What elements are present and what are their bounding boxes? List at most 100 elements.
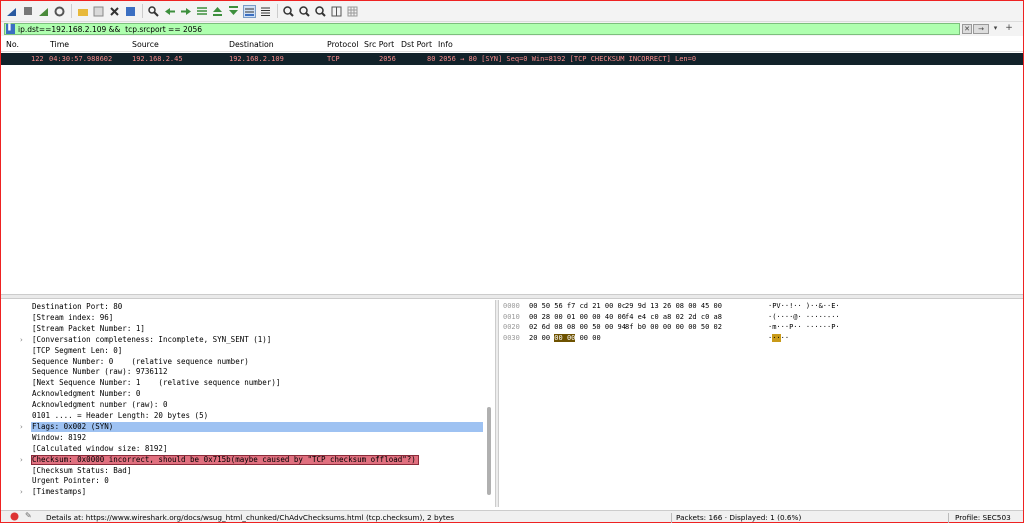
shark-fin-start-icon[interactable]: [5, 5, 18, 18]
detail-line-text: Urgent Pointer: 0: [32, 476, 109, 486]
detail-line[interactable]: Destination Port: 80: [1, 302, 485, 313]
detail-line-text: Flags: 0x002 (SYN): [32, 421, 114, 431]
detail-line[interactable]: [TCP Segment Len: 0]: [1, 346, 485, 357]
apply-filter-icon[interactable]: →: [973, 24, 989, 34]
detail-line-text: Destination Port: 80: [32, 302, 123, 311]
detail-line-text: Sequence Number (raw): 9736112: [32, 367, 168, 377]
expand-chevron-icon[interactable]: ›: [20, 335, 23, 346]
go-back-icon[interactable]: [163, 5, 176, 18]
restart-icon[interactable]: [37, 5, 50, 18]
detail-line[interactable]: Sequence Number: 0 (relative sequence nu…: [1, 357, 485, 368]
hex-ascii[interactable]: ·PV··!·· )··&··E·: [768, 302, 840, 310]
column-header-no[interactable]: No.: [6, 40, 19, 49]
column-header-destination[interactable]: Destination: [229, 40, 274, 49]
column-header-src-port[interactable]: Src Port: [364, 40, 394, 49]
filter-history-dropdown-icon[interactable]: ▾: [991, 24, 1000, 34]
expand-chevron-icon[interactable]: ›: [20, 487, 23, 498]
save-file-icon[interactable]: [92, 5, 105, 18]
hex-ascii[interactable]: ·m···P·· ······P·: [768, 323, 840, 331]
open-folder-icon[interactable]: [76, 5, 89, 18]
stop-square-icon[interactable]: [21, 5, 34, 18]
detail-line[interactable]: › [Timestamps]: [1, 487, 485, 498]
packet-no: 122: [31, 55, 44, 63]
expand-chevron-icon[interactable]: ›: [20, 455, 23, 466]
resize-columns-icon[interactable]: [330, 5, 343, 18]
pane-splitter-horizontal[interactable]: [1, 294, 1023, 299]
detail-line[interactable]: Sequence Number (raw): 9736112: [1, 367, 485, 378]
hex-bytes[interactable]: f4 e4 c0 a8 02 2d c0 a8: [625, 313, 722, 321]
detail-line[interactable]: Urgent Pointer: 0: [1, 476, 485, 487]
detail-line[interactable]: 0101 .... = Header Length: 20 bytes (5): [1, 411, 485, 422]
detail-line[interactable]: [Stream Packet Number: 1]: [1, 324, 485, 335]
status-packets: Packets: 166 · Displayed: 1 (0.6%): [676, 513, 802, 522]
find-icon[interactable]: [147, 5, 160, 18]
zoom-normal-icon[interactable]: [314, 5, 327, 18]
reload-icon[interactable]: [124, 5, 137, 18]
detail-line-text: [Timestamps]: [32, 487, 87, 497]
detail-line-text: [Checksum Status: Bad]: [32, 465, 132, 475]
hex-bytes[interactable]: 00 50 56 f7 cd 21 00 0c: [529, 302, 626, 310]
expert-info-icon[interactable]: [10, 512, 19, 523]
column-header-dst-port[interactable]: Dst Port: [401, 40, 432, 49]
hex-bytes-row[interactable]: 20 00 00 00 00 00: [529, 333, 601, 342]
expand-chevron-icon[interactable]: ›: [20, 422, 23, 433]
autoscroll-icon[interactable]: [243, 4, 256, 18]
details-scrollbar[interactable]: [487, 407, 491, 495]
detail-line[interactable]: [Next Sequence Number: 1 (relative seque…: [1, 378, 485, 389]
toolbar-separator: [71, 4, 72, 18]
detail-line[interactable]: Acknowledgment number (raw): 0: [1, 400, 485, 411]
detail-line[interactable]: Acknowledgment Number: 0: [1, 389, 485, 400]
detail-line[interactable]: [Calculated window size: 8192]: [1, 444, 485, 455]
detail-line[interactable]: › [Conversation completeness: Incomplete,…: [1, 335, 485, 346]
toolbar-separator: [142, 4, 143, 18]
capture-comment-icon[interactable]: ✎: [25, 511, 32, 520]
gear-options-icon[interactable]: [53, 5, 66, 18]
zoom-out-icon[interactable]: [298, 5, 311, 18]
hex-bytes[interactable]: 02 6d 08 08 00 50 00 94: [529, 323, 626, 331]
packet-bytes-pane: 0000 00 50 56 f7 cd 21 00 0c 29 9d 13 26…: [499, 300, 1023, 507]
close-file-icon[interactable]: [108, 5, 121, 18]
grid-icon[interactable]: [346, 5, 359, 18]
detail-line-text: Acknowledgment Number: 0: [32, 389, 141, 399]
colorize-icon[interactable]: [259, 5, 272, 18]
go-forward-icon[interactable]: [179, 5, 192, 18]
zoom-in-icon[interactable]: [282, 5, 295, 18]
first-packet-icon[interactable]: [211, 5, 224, 18]
packet-list-row[interactable]: 122 04:30:57.988602 192.168.2.45 192.168…: [1, 53, 1023, 65]
hex-bytes[interactable]: 8f b0 00 00 00 00 50 02: [625, 323, 722, 331]
detail-line[interactable]: [Checksum Status: Bad]: [1, 466, 485, 477]
hex-bytes[interactable]: 29 9d 13 26 08 00 45 00: [625, 302, 722, 310]
detail-line[interactable]: › Flags: 0x002 (SYN): [20, 421, 483, 433]
hex-bytes-highlighted: 00 00: [554, 333, 576, 342]
last-packet-icon[interactable]: [227, 5, 240, 18]
detail-line-text: [Stream Packet Number: 1]: [32, 323, 145, 333]
packet-destination: 192.168.2.109: [229, 55, 284, 63]
detail-line-text: [Calculated window size: 8192]: [32, 443, 168, 453]
hex-ascii-row[interactable]: ·····: [768, 333, 790, 342]
hex-offset: 0030: [503, 333, 520, 342]
hex-ascii[interactable]: ·(····@· ·····-··: [768, 313, 840, 321]
hex-bytes[interactable]: 00 28 00 01 00 00 40 06: [529, 313, 626, 321]
hex-offset: 0010: [503, 312, 520, 321]
status-divider: [671, 513, 672, 523]
detail-line[interactable]: Window: 8192: [1, 433, 485, 444]
column-header-protocol[interactable]: Protocol: [327, 40, 358, 49]
clear-filter-icon[interactable]: ✕: [962, 24, 972, 34]
column-header-info[interactable]: Info: [438, 40, 453, 49]
detail-line[interactable]: › Checksum: 0x0000 incorrect, should be 0…: [1, 454, 485, 466]
go-to-packet-icon[interactable]: [195, 5, 208, 18]
display-filter-input[interactable]: ▌ ip.dst==192.168.2.109 && tcp.srcport =…: [4, 23, 960, 35]
add-filter-button-icon[interactable]: +: [1004, 24, 1014, 34]
detail-line-text: Acknowledgment number (raw): 0: [32, 400, 168, 410]
hex-offset: 0000: [503, 302, 520, 310]
packet-protocol: TCP: [327, 55, 340, 63]
detail-line-text: [Stream index: 96]: [32, 312, 114, 322]
detail-line[interactable]: [Stream index: 96]: [1, 313, 485, 324]
column-header-time[interactable]: Time: [50, 40, 69, 49]
detail-line-text: [Conversation completeness: Incomplete, …: [32, 334, 272, 344]
hex-bytes-pre: 20 00: [529, 333, 555, 342]
status-profile[interactable]: Profile: SEC503: [955, 513, 1011, 522]
column-header-source[interactable]: Source: [132, 40, 159, 49]
hex-ascii-post: ··: [780, 333, 790, 342]
bookmark-icon[interactable]: ▌: [6, 24, 15, 34]
